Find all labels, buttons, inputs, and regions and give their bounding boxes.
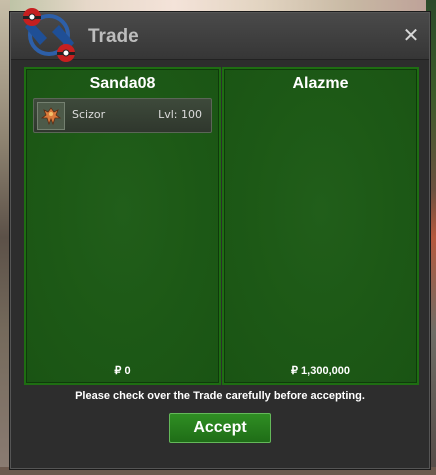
trade-window: Trade ✕ Sanda08 Scizor Lvl: 100 ₽ 0 Alaz… bbox=[10, 8, 430, 469]
trade-panel-left: Sanda08 Scizor Lvl: 100 ₽ 0 bbox=[24, 67, 221, 385]
trade-notice: Please check over the Trade carefully be… bbox=[75, 390, 365, 402]
right-player-name: Alazme bbox=[292, 75, 349, 92]
left-money: ₽ 0 bbox=[114, 365, 131, 377]
close-icon[interactable]: ✕ bbox=[401, 25, 421, 45]
window-title: Trade bbox=[88, 26, 139, 47]
trade-panel-right: Alazme ₽ 1,300,000 bbox=[222, 67, 419, 385]
game-background-left bbox=[0, 0, 10, 475]
right-money: ₽ 1,300,000 bbox=[291, 365, 350, 377]
scizor-icon bbox=[37, 102, 65, 130]
left-player-name: Sanda08 bbox=[89, 75, 156, 92]
pokeball-logo-icon bbox=[23, 8, 75, 62]
accept-button[interactable]: Accept bbox=[169, 413, 271, 443]
item-name: Scizor bbox=[72, 108, 106, 121]
item-level: Lvl: 100 bbox=[158, 108, 202, 121]
trade-item[interactable]: Scizor Lvl: 100 bbox=[33, 98, 212, 133]
